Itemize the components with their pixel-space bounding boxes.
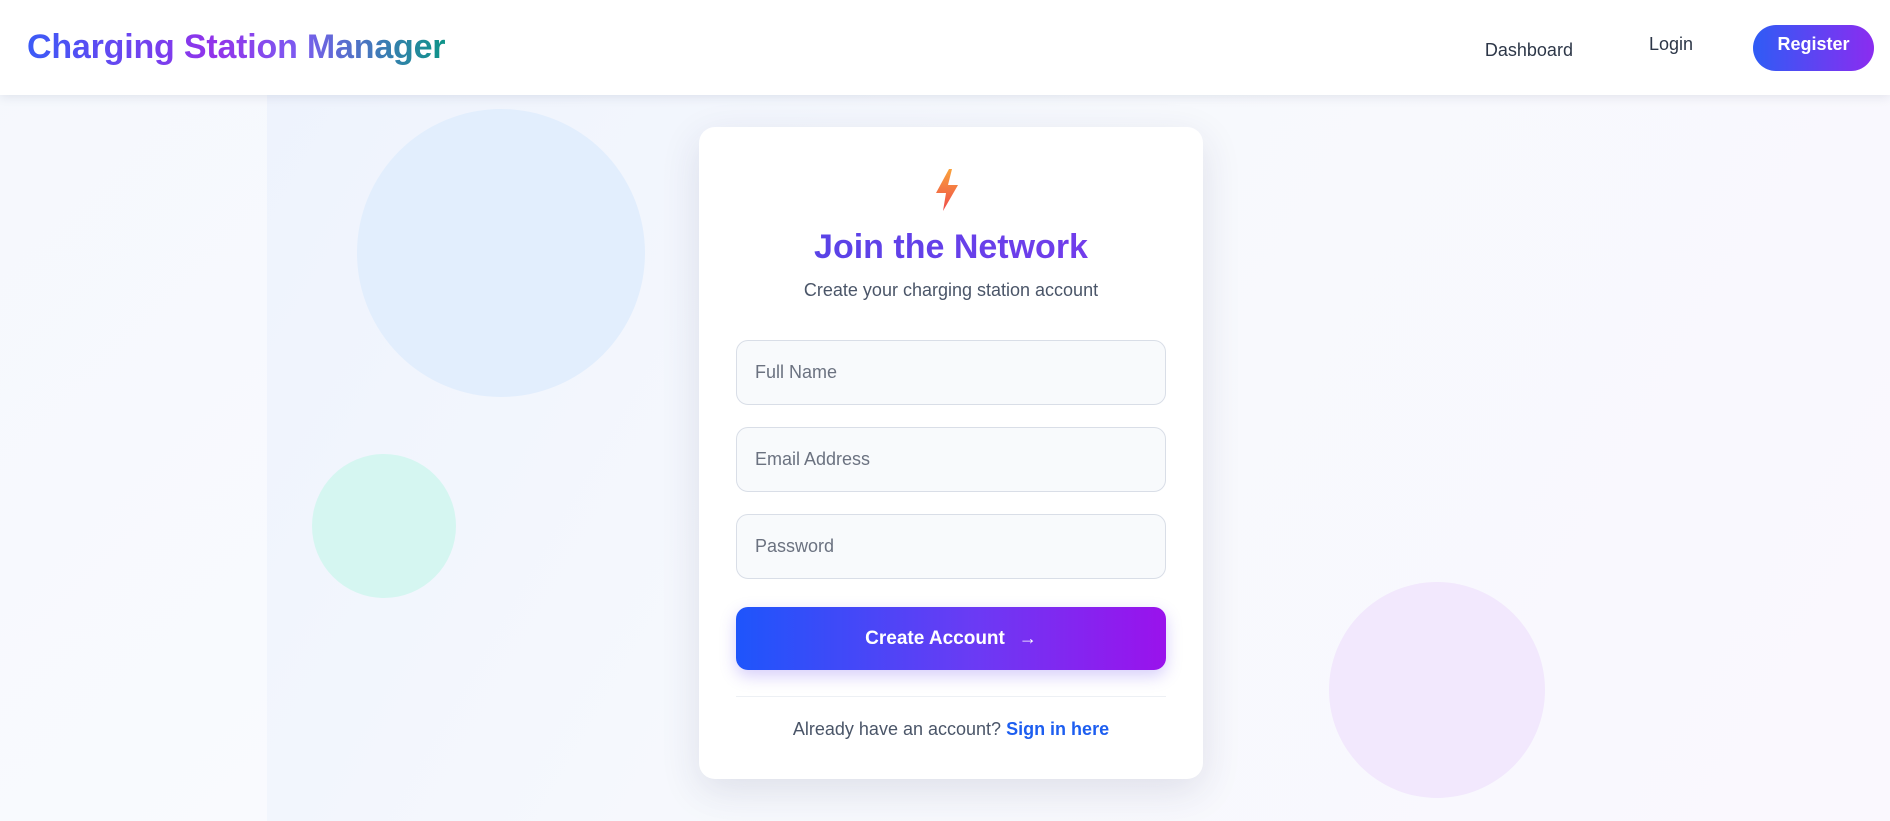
main-nav: Dashboard Login Register — [1473, 24, 1874, 71]
nav-login-link[interactable]: Login — [1637, 26, 1705, 69]
brand-logo[interactable]: Charging Station Manager — [27, 28, 446, 67]
nav-dashboard-link[interactable]: Dashboard — [1473, 26, 1585, 69]
card-subtitle: Create your charging station account — [803, 280, 1099, 300]
card-title: Join the Network — [699, 228, 1203, 267]
signin-prompt-text: Already have an account? — [792, 719, 1002, 739]
decorative-circle-teal — [312, 454, 456, 598]
register-card: Join the Network Create your charging st… — [699, 127, 1203, 779]
email-input[interactable] — [736, 427, 1166, 492]
register-button[interactable]: Register — [1753, 24, 1874, 71]
create-account-button[interactable]: Create Account → — [736, 607, 1166, 670]
password-input[interactable] — [736, 514, 1166, 579]
divider — [736, 696, 1166, 697]
decorative-circle-blue — [357, 109, 645, 397]
lightning-bolt-icon — [936, 169, 958, 211]
top-navbar: Charging Station Manager Dashboard Login… — [0, 0, 1890, 95]
arrow-right-icon: → — [1018, 628, 1037, 648]
signin-prompt: Already have an account? Sign in here — [699, 719, 1203, 740]
full-name-input[interactable] — [736, 340, 1166, 405]
create-account-label: Create Account — [865, 627, 1005, 649]
sign-in-link[interactable]: Sign in here — [1006, 719, 1109, 739]
decorative-circle-purple — [1329, 582, 1545, 798]
